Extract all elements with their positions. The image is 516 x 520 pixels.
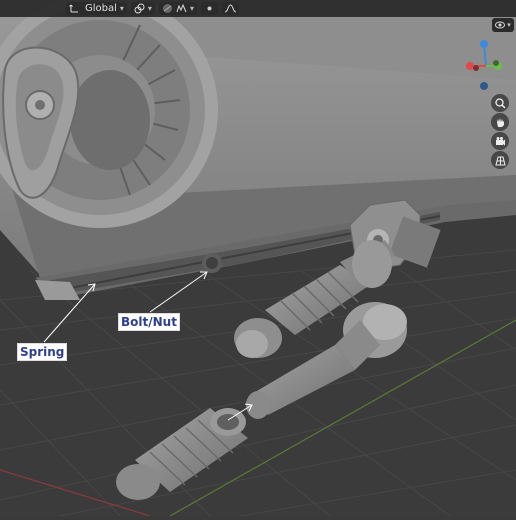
proportional-toggle[interactable] <box>200 2 218 15</box>
perspective-toggle-button[interactable] <box>491 151 509 169</box>
chevron-down-icon: ▾ <box>507 21 511 29</box>
falloff-dropdown[interactable] <box>221 2 239 15</box>
zoom-icon <box>494 97 506 109</box>
pan-button[interactable] <box>491 113 509 131</box>
snap-dropdown[interactable]: ▾ <box>158 2 197 15</box>
annotation-spring: Spring <box>17 343 68 361</box>
hand-icon <box>496 117 504 127</box>
proportional-editing-icon <box>176 3 187 13</box>
camera-icon <box>495 136 505 145</box>
chevron-down-icon: ▾ <box>147 4 152 13</box>
pivot-point-icon <box>134 3 145 14</box>
grid-icon <box>494 156 506 165</box>
falloff-curve-icon <box>224 4 236 13</box>
eye-icon <box>495 21 506 29</box>
navigation-gizmo[interactable] <box>458 36 514 92</box>
snap-icon <box>162 4 172 13</box>
zoom-button[interactable] <box>491 94 509 112</box>
3d-viewport[interactable]: Global ▾ ▾ ▾ ▾ Bolt/Nut Spring <box>0 0 516 517</box>
transform-orientation-dropdown[interactable]: Global ▾ <box>66 2 127 15</box>
proportional-editing-icon <box>207 6 212 11</box>
annotation-bolt-nut: Bolt/Nut <box>118 313 180 331</box>
camera-view-button[interactable] <box>491 132 509 150</box>
pivot-point-dropdown[interactable]: ▾ <box>130 2 155 15</box>
chevron-down-icon: ▾ <box>189 4 194 13</box>
viewport-header: Global ▾ ▾ ▾ <box>0 0 516 17</box>
orientation-label: Global <box>85 3 117 14</box>
transform-orientation-icon <box>69 4 78 13</box>
viewport-scene <box>0 0 516 517</box>
chevron-down-icon: ▾ <box>119 4 124 13</box>
overlays-button[interactable]: ▾ <box>492 18 514 32</box>
